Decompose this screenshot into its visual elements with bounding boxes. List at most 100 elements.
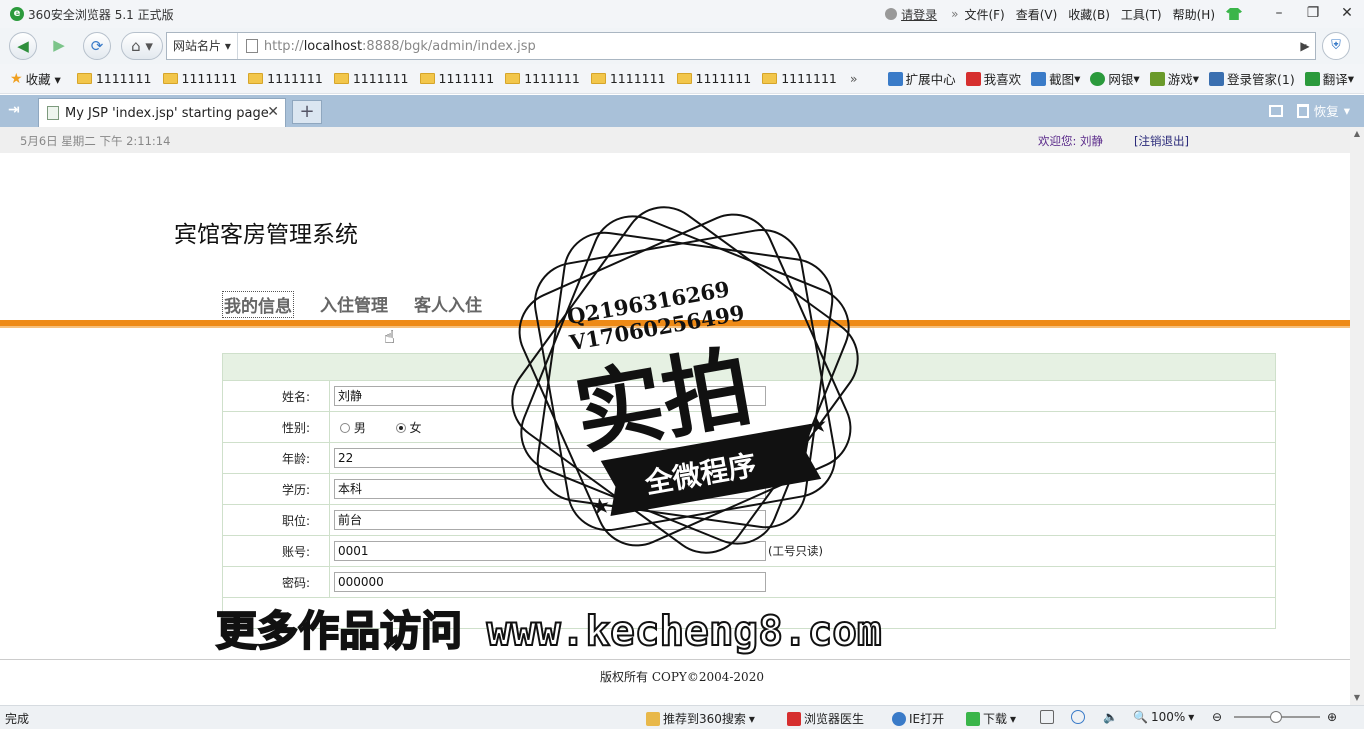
window-title: 360安全浏览器 5.1 正式版 [28,7,174,22]
recommend-360-button[interactable]: 推荐到360搜索 ▾ [646,710,755,727]
url-host: localhost [303,38,363,54]
login-link[interactable]: 请登录 [885,6,937,23]
gamepad-icon [1149,71,1165,86]
protection-icon[interactable] [1071,710,1085,724]
form-row: 职位: 前台 [222,504,1276,536]
main-menu: 我的信息 入住管理 客人入住 [222,291,482,318]
logout-link[interactable]: [注销退出] [1134,133,1189,149]
ext-label: 登录管家(1) [1226,72,1295,87]
zoom-slider-handle[interactable] [1270,711,1282,723]
back-button[interactable]: ◀ [9,32,37,60]
zoom-in-icon[interactable]: ⊕ [1327,710,1337,724]
menu-my-info[interactable]: 我的信息 [222,291,294,318]
close-button[interactable]: ✕ [1330,1,1364,27]
more-bookmarks-button[interactable]: » [850,71,858,86]
menu-file[interactable]: 文件(F) [964,6,1004,23]
folder-label: 1111111 [781,71,837,86]
menu-favorites[interactable]: 收藏(B) [1068,6,1110,23]
like-button[interactable]: 我喜欢 [965,69,1021,88]
position-input[interactable]: 前台 [334,510,766,530]
form-row: 学历: 本科 [222,473,1276,505]
sidebar-toggle-icon[interactable]: ⇥ [8,102,26,118]
tab-active[interactable]: My JSP 'index.jsp' starting page ✕ [38,98,286,127]
security-shield-icon[interactable]: ⛨ [1322,32,1350,60]
page-icon [47,106,59,120]
window-mode-icon[interactable] [1040,710,1054,724]
bookmark-folder[interactable]: 1111111 [590,71,666,86]
scroll-up-icon[interactable]: ▲ [1350,127,1364,141]
scroll-down-icon[interactable]: ▼ [1350,691,1364,705]
folder-icon [676,73,692,84]
skin-icon[interactable] [1226,8,1242,20]
folder-icon [505,73,521,84]
user-icon [885,8,898,20]
account-input: 0001 [334,541,766,561]
folder-label: 1111111 [438,71,495,86]
sound-icon[interactable]: 🔈 [1103,710,1118,724]
minimize-button[interactable]: – [1262,1,1296,27]
zoom-control[interactable]: 🔍 100% ▾ [1133,710,1194,724]
restore-closed-button[interactable]: 恢复 ▾ [1296,101,1350,120]
password-input[interactable]: 000000 [334,572,766,592]
url-prefix: http:// [263,38,304,54]
page-title: 宾馆客房管理系统 [174,222,358,248]
restore-button[interactable]: ❐ [1296,1,1330,27]
zoom-out-icon[interactable]: ⊖ [1212,710,1222,724]
vertical-scrollbar[interactable]: ▲ ▼ [1350,127,1364,705]
ie-open-button[interactable]: IE打开 [892,710,944,727]
login-manager-button[interactable]: 登录管家(1) [1208,69,1295,88]
key-icon [1208,71,1224,86]
ext-center-button[interactable]: 扩展中心 [887,69,956,88]
name-label: 姓名: [222,380,330,412]
menu-help[interactable]: 帮助(H) [1173,6,1215,23]
gender-female-label: 女 [409,420,422,435]
bookmark-folder[interactable]: 1111111 [505,71,580,86]
doctor-label: 浏览器医生 [804,712,865,726]
folder-icon [248,73,264,84]
menu-guest-checkin[interactable]: 客人入住 [414,291,482,318]
bookmark-folder[interactable]: 1111111 [76,71,152,86]
form-row: 年龄: 22 [222,442,1276,474]
menu-tools[interactable]: 工具(T) [1121,6,1162,23]
zoom-label: 100% [1150,710,1186,724]
download-button[interactable]: 下载 ▾ [966,710,1016,727]
info-form: 姓名: 刘静 性别: 男 女 年龄: 22 学历: 本科 职位: 前台 账号: … [222,353,1276,629]
status-text: 完成 [5,712,30,726]
bank-button[interactable]: 网银 ▾ [1090,69,1140,88]
age-input[interactable]: 22 [334,448,766,468]
bookmarks-bar: ★ 收藏 ▾ 1111111 1111111 1111111 1111111 1… [0,64,1364,94]
gender-male-radio[interactable] [340,423,350,433]
refresh-button[interactable]: ⟳ [83,32,111,60]
forward-button[interactable]: ▶ [45,32,73,60]
window-list-icon[interactable] [1268,104,1283,117]
gender-male-label: 男 [353,420,366,435]
education-input[interactable]: 本科 [334,479,766,499]
url-text[interactable]: http://localhost:8888/bgk/admin/index.js… [264,39,536,54]
browser-doctor-button[interactable]: 浏览器医生 [787,710,864,727]
name-input[interactable]: 刘静 [334,386,766,406]
go-button[interactable]: ▶ [1294,33,1316,59]
folder-label: 1111111 [95,71,152,86]
menu-view[interactable]: 查看(V) [1016,6,1058,23]
menu-checkin-management[interactable]: 入住管理 [320,291,388,318]
address-bar[interactable]: 网站名片 ▾ http://localhost:8888/bgk/admin/i… [166,32,1316,60]
screenshot-button[interactable]: 截图 ▾ [1031,69,1080,88]
games-button[interactable]: 游戏 ▾ [1149,69,1199,88]
bookmark-folder[interactable]: 1111111 [419,71,495,86]
bookmark-folder[interactable]: 1111111 [333,71,409,86]
translate-button[interactable]: 翻译 ▾ [1304,69,1354,88]
ext-label: 网银 [1108,72,1134,87]
gender-female-radio[interactable] [395,423,406,433]
site-cards-dropdown[interactable]: 网站名片 ▾ [167,33,238,59]
new-tab-button[interactable]: + [292,100,322,124]
bookmark-folder[interactable]: 1111111 [162,71,237,86]
copyright-text: 版权所有 COPY©2004-2020 [600,670,764,684]
bookmark-folder[interactable]: 1111111 [676,71,751,86]
tab-close-icon[interactable]: ✕ [267,104,279,120]
form-row: 姓名: 刘静 [222,380,1276,412]
bookmark-folder[interactable]: 1111111 [248,71,323,86]
favorites-menu[interactable]: 收藏 ▾ [26,69,61,88]
home-button[interactable]: ⌂ ▾ [121,32,163,60]
bookmark-folder[interactable]: 1111111 [762,71,837,86]
window-icon [1040,710,1054,724]
